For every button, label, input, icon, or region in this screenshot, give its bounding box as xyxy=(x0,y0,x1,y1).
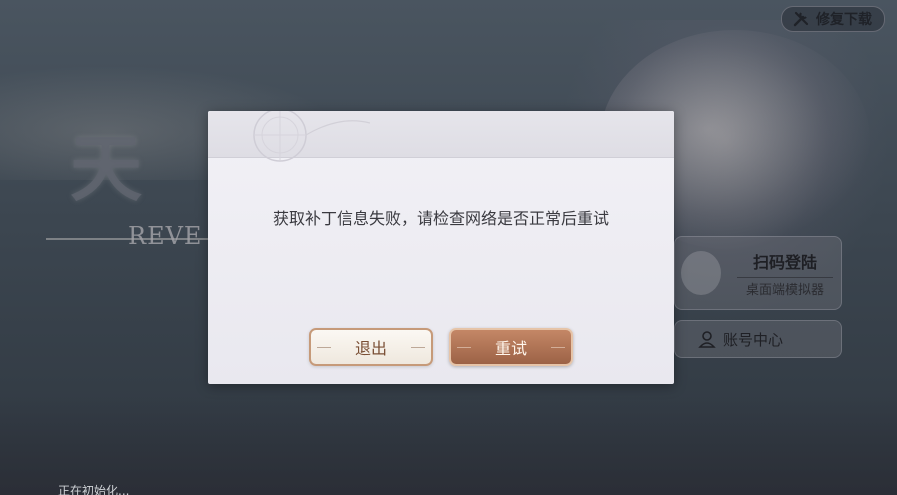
loading-status-text: 正在初始化... xyxy=(58,484,130,495)
game-launcher-screen: 天 REVE 修复下载 扫码登陆 桌面端模拟器 账号中心 正在初始化... 获取… xyxy=(0,0,897,495)
retry-button[interactable]: 重试 xyxy=(449,328,573,366)
exit-button[interactable]: 退出 xyxy=(309,328,433,366)
button-deco-right xyxy=(551,347,565,348)
account-center-button[interactable]: 账号中心 xyxy=(674,320,842,358)
repair-download-button[interactable]: 修复下载 xyxy=(781,6,885,32)
dialog-message: 获取补丁信息失败，请检查网络是否正常后重试 xyxy=(272,209,609,228)
button-deco-left xyxy=(317,347,331,348)
button-deco-left xyxy=(457,347,471,348)
repair-download-label: 修复下载 xyxy=(816,12,872,28)
qr-login-title: 扫码登陆 xyxy=(737,249,833,278)
exit-button-label: 退出 xyxy=(354,339,387,358)
dialog-header xyxy=(208,111,674,162)
game-logo: 天 xyxy=(70,126,143,211)
background-floor xyxy=(0,395,897,495)
qr-login-panel[interactable]: 扫码登陆 桌面端模拟器 xyxy=(674,236,842,310)
desktop-emulator-label: 桌面端模拟器 xyxy=(745,283,824,298)
account-center-label: 账号中心 xyxy=(723,331,784,349)
button-deco-right xyxy=(411,347,425,348)
dialog-ornament-icon xyxy=(253,111,370,162)
user-icon xyxy=(697,329,717,349)
error-dialog: 获取补丁信息失败，请检查网络是否正常后重试 退出 重试 xyxy=(208,111,674,384)
game-logo-subtitle: REVE xyxy=(128,222,203,250)
retry-button-label: 重试 xyxy=(494,339,527,358)
qr-code-icon xyxy=(681,251,721,295)
wrench-screwdriver-icon xyxy=(792,10,810,28)
